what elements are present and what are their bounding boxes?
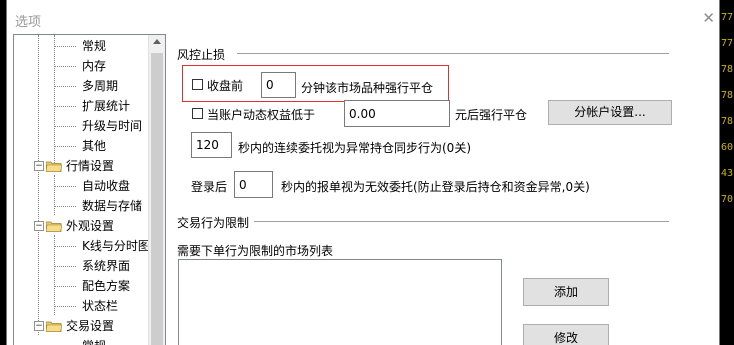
tree-connector — [54, 186, 76, 187]
background-number: 43 — [720, 168, 733, 179]
tree-connector — [54, 266, 76, 267]
tree-item[interactable]: 自动收盘 — [82, 176, 130, 196]
tree-connector — [54, 126, 76, 127]
risk-group-title: 风控止损 — [177, 48, 226, 62]
tree-connector — [54, 46, 76, 47]
tree-scrollbar[interactable] — [148, 35, 165, 345]
tree-group-appearance[interactable]: 外观设置 — [66, 216, 114, 236]
background-number: 77 — [720, 38, 733, 49]
edit-button[interactable]: 修改 — [523, 324, 609, 345]
add-button[interactable]: 添加 — [523, 278, 609, 306]
equity-suffix: 元后强行平仓 — [455, 108, 528, 122]
market-list-label: 需要下单行为限制的市场列表 — [177, 244, 334, 258]
tree-connector — [54, 286, 76, 287]
close-before-checkbox[interactable] — [192, 79, 203, 90]
background-number: 78 — [720, 90, 733, 101]
close-before-label: 收盘前 — [207, 79, 244, 93]
folder-icon — [46, 221, 62, 232]
close-before-suffix: 分钟该市场品种强行平仓 — [301, 81, 434, 95]
collapse-icon[interactable]: − — [34, 321, 44, 331]
tree-guide — [38, 35, 39, 335]
background-number: 70 — [720, 194, 733, 205]
close-icon[interactable]: ✕ — [702, 11, 715, 26]
background-number: 77 — [720, 12, 733, 23]
tree-item[interactable]: 常规 — [82, 36, 106, 56]
tree-item[interactable]: 常规 — [82, 336, 106, 345]
tree-item[interactable]: 扩展统计 — [82, 96, 130, 116]
background-quote-strip: 77 77 78 78 78 60 43 70 — [718, 0, 734, 345]
options-dialog: 选项 ✕ 常规 内存 多周期 扩展统计 升级与时间 其他 − 行情设置 自动收盘… — [6, 0, 720, 345]
tree-connector — [54, 146, 76, 147]
login-text: 秒内的报单视为无效委托(防止登录后持仓和资金异常,0关) — [281, 180, 590, 194]
tree-connector — [54, 246, 76, 247]
consecutive-text: 秒内的连续委托视为异常持仓同步行为(0关) — [238, 141, 471, 155]
consecutive-seconds-input[interactable] — [191, 132, 232, 158]
tree-item[interactable]: 其他 — [82, 136, 106, 156]
equity-label: 当账户动态权益低于 — [207, 108, 316, 122]
close-before-minutes-input[interactable] — [261, 72, 296, 98]
tree-connector — [54, 66, 76, 67]
tree-item[interactable]: 系统界面 — [82, 256, 130, 276]
tree-item[interactable]: K线与分时图 — [82, 236, 150, 256]
folder-icon — [46, 321, 62, 332]
group-divider — [254, 221, 669, 222]
tree-connector — [54, 206, 76, 207]
collapse-icon[interactable]: − — [34, 221, 44, 231]
settings-tree[interactable]: 常规 内存 多周期 扩展统计 升级与时间 其他 − 行情设置 自动收盘 数据与存… — [13, 34, 166, 345]
folder-icon — [46, 161, 62, 172]
equity-value-input[interactable] — [344, 100, 450, 127]
tree-connector — [54, 86, 76, 87]
market-list[interactable] — [178, 259, 502, 345]
dialog-title: 选项 — [15, 15, 42, 30]
trade-group-title: 交易行为限制 — [177, 216, 250, 230]
scroll-up-icon[interactable] — [153, 39, 161, 44]
tree-item[interactable]: 状态栏 — [82, 296, 118, 316]
login-prefix: 登录后 — [191, 180, 228, 194]
tree-item[interactable]: 配色方案 — [82, 276, 130, 296]
tree-item[interactable]: 升级与时间 — [82, 116, 142, 136]
tree-connector — [54, 106, 76, 107]
tree-group-trading[interactable]: 交易设置 — [66, 316, 114, 336]
tree-connector — [54, 306, 76, 307]
tree-item[interactable]: 多周期 — [82, 76, 118, 96]
tree-guide — [54, 175, 55, 215]
collapse-icon[interactable]: − — [34, 161, 44, 171]
tree-item[interactable]: 数据与存储 — [82, 196, 142, 216]
login-seconds-input[interactable] — [234, 171, 273, 198]
background-number: 78 — [720, 116, 733, 127]
background-number: 78 — [720, 64, 733, 75]
tree-group-market[interactable]: 行情设置 — [66, 156, 114, 176]
tree-item[interactable]: 内存 — [82, 56, 106, 76]
background-number: 60 — [720, 142, 733, 153]
tree-guide — [54, 235, 55, 315]
equity-checkbox[interactable] — [192, 108, 203, 119]
account-settings-button[interactable]: 分帐户设置... — [548, 100, 672, 125]
scroll-thumb[interactable] — [151, 53, 163, 345]
group-divider — [237, 53, 669, 54]
